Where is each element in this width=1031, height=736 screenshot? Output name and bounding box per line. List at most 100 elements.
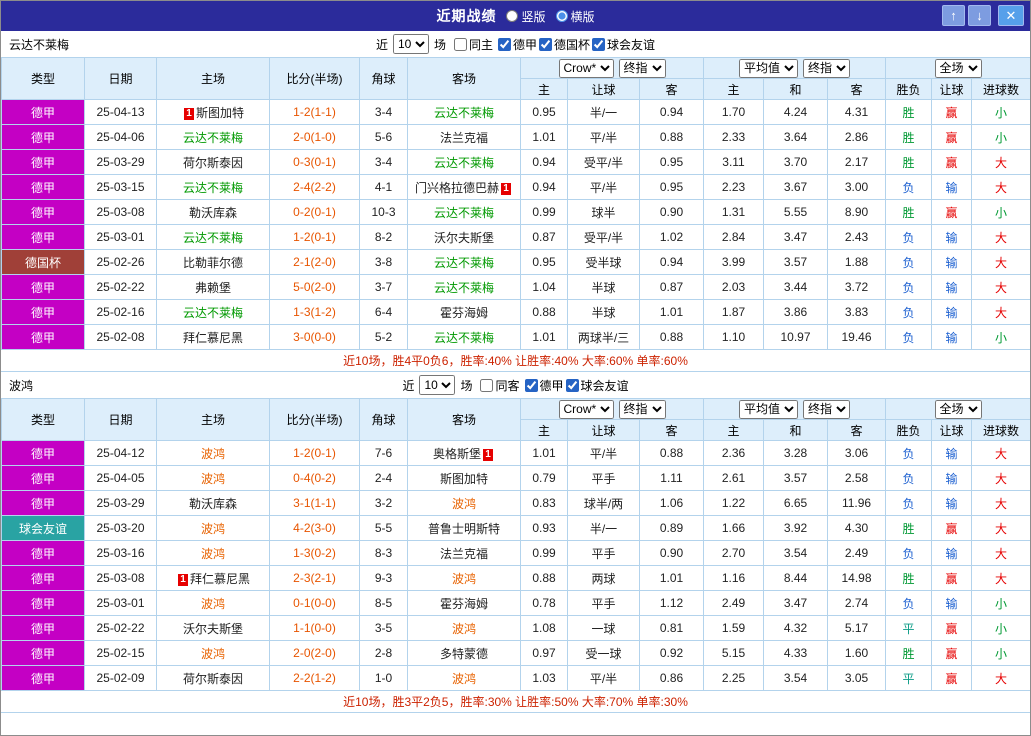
avg-away: 5.17 bbox=[826, 615, 887, 641]
result-wdl: 平 bbox=[885, 615, 933, 641]
sub-col-goals: 进球数 bbox=[971, 419, 1030, 441]
home-team: 弗赖堡 bbox=[156, 274, 270, 300]
corner-score: 1-0 bbox=[359, 665, 408, 691]
layout-horizontal-option[interactable]: 横版 bbox=[555, 8, 595, 25]
home-team: 沃尔夫斯堡 bbox=[156, 615, 270, 641]
match-row: 德甲 25-03-16 波鸿 1-3(0-2) 8-3 法兰克福 0.99 平手 0.90 2.7… bbox=[1, 540, 1030, 566]
team-section-bochum: 波鸿 近 10 场 同客 德甲 球会友谊 类型 日期 主场 比分(半场) 角球 … bbox=[1, 372, 1030, 713]
team-name: 云达不莱梅 bbox=[182, 230, 243, 245]
corner-score: 5-6 bbox=[359, 124, 408, 150]
odds-away: 1.06 bbox=[639, 490, 704, 516]
odds-home: 0.88 bbox=[520, 299, 568, 325]
result-goals: 大 bbox=[971, 299, 1030, 325]
home-team: 比勒菲尔德 bbox=[156, 249, 270, 275]
corner-score: 9-3 bbox=[359, 565, 408, 591]
fulltime-select[interactable]: 全场 bbox=[934, 58, 982, 78]
col-type: 类型 bbox=[1, 398, 85, 441]
avg-home: 2.49 bbox=[703, 590, 764, 616]
fulltime-select[interactable]: 全场 bbox=[934, 399, 982, 419]
result-handicap: 赢 bbox=[931, 615, 973, 641]
match-row: 德甲 25-03-08 1 拜仁慕尼黑 2-3(2-1) 9-3 波鸿 0.88 两球 1.01 1… bbox=[1, 565, 1030, 591]
same-venue-filter[interactable]: 同客 bbox=[480, 377, 520, 394]
corner-score: 3-4 bbox=[359, 99, 408, 125]
avg-home: 1.70 bbox=[703, 99, 764, 125]
average-select[interactable]: 平均值 bbox=[739, 58, 798, 78]
away-team: 波鸿 bbox=[407, 665, 521, 691]
odds-handicap: 两球 bbox=[567, 565, 640, 591]
bookmaker-select[interactable]: Crow* bbox=[558, 399, 614, 419]
odds-handicap: 平手 bbox=[567, 465, 640, 491]
match-row: 德甲 25-03-29 荷尔斯泰因 0-3(0-1) 3-4 云达不莱梅 0.94 受平/半 0… bbox=[1, 149, 1030, 175]
match-date: 25-03-20 bbox=[84, 515, 157, 541]
recent-count-select[interactable]: 10 bbox=[392, 34, 429, 54]
home-team: 云达不莱梅 bbox=[156, 299, 270, 325]
team-name: 云达不莱梅 bbox=[433, 280, 494, 295]
league-checkbox[interactable] bbox=[498, 37, 511, 51]
same-venue-label: 同客 bbox=[495, 378, 520, 393]
same-venue-checkbox[interactable] bbox=[480, 378, 494, 392]
sub-col-home-odds: 主 bbox=[520, 419, 568, 441]
match-date: 25-03-08 bbox=[84, 199, 157, 225]
league-checkbox[interactable] bbox=[524, 378, 538, 392]
move-up-button[interactable]: ↑ bbox=[942, 5, 965, 26]
match-row: 德甲 25-02-16 云达不莱梅 1-3(1-2) 6-4 霍芬海姆 0.88 半球 1.01… bbox=[1, 299, 1030, 325]
odds-stage-select[interactable]: 终指 bbox=[618, 399, 666, 419]
horizontal-radio[interactable] bbox=[555, 10, 568, 22]
average-stage-select[interactable]: 终指 bbox=[803, 399, 850, 419]
match-score: 2-4(2-2) bbox=[269, 174, 360, 200]
league-filter[interactable]: 球会友谊 bbox=[565, 377, 629, 394]
avg-home: 1.31 bbox=[703, 199, 764, 225]
avg-home: 5.15 bbox=[703, 640, 764, 666]
average-group-header: 平均值 终指 bbox=[702, 398, 887, 420]
away-team: 波鸿 bbox=[407, 565, 521, 591]
team-name: 云达不莱梅 bbox=[182, 130, 243, 145]
team-name: 波鸿 bbox=[200, 446, 225, 461]
team-name: 波鸿 bbox=[200, 521, 225, 536]
recent-count-select[interactable]: 10 bbox=[419, 375, 456, 395]
league-checkbox[interactable] bbox=[539, 37, 553, 51]
league-filter[interactable]: 德国杯 bbox=[539, 36, 590, 53]
match-row: 德甲 25-04-12 波鸿 1-2(0-1) 7-6 奥格斯堡 1 1.01 平/半 0.88 2… bbox=[1, 440, 1030, 466]
league-filter[interactable]: 德甲 bbox=[524, 377, 564, 394]
league-checkbox[interactable] bbox=[565, 378, 579, 392]
odds-home: 0.99 bbox=[520, 199, 568, 225]
team-name: 波鸿 bbox=[451, 671, 476, 686]
match-date: 25-04-05 bbox=[84, 465, 157, 491]
same-venue-filter[interactable]: 同主 bbox=[453, 36, 493, 53]
odds-away: 0.88 bbox=[639, 124, 704, 150]
league-checkbox[interactable] bbox=[592, 37, 606, 51]
odds-handicap: 半球 bbox=[567, 274, 640, 300]
team-name: 勒沃库森 bbox=[188, 496, 237, 511]
home-team: 云达不莱梅 bbox=[156, 174, 270, 200]
team-name: 勒沃库森 bbox=[188, 205, 237, 220]
odds-handicap: 平/半 bbox=[567, 665, 640, 691]
close-button[interactable]: ✕ bbox=[998, 5, 1024, 26]
league-type: 球会友谊 bbox=[1, 515, 85, 541]
away-team: 斯图加特 bbox=[407, 465, 521, 491]
average-stage-select[interactable]: 终指 bbox=[803, 58, 850, 78]
avg-home: 2.36 bbox=[703, 440, 764, 466]
team-name: 斯图加特 bbox=[439, 471, 488, 486]
home-team: 云达不莱梅 bbox=[156, 224, 270, 250]
match-date: 25-03-15 bbox=[84, 174, 157, 200]
move-down-button[interactable]: ↓ bbox=[968, 5, 991, 26]
sub-col-away-odds: 客 bbox=[639, 78, 704, 100]
odds-away: 0.94 bbox=[639, 99, 704, 125]
league-filter[interactable]: 德甲 bbox=[498, 36, 537, 53]
average-select[interactable]: 平均值 bbox=[739, 399, 798, 419]
league-type: 德甲 bbox=[1, 665, 85, 691]
corner-score: 7-6 bbox=[359, 440, 408, 466]
same-venue-checkbox[interactable] bbox=[453, 37, 467, 51]
odds-stage-select[interactable]: 终指 bbox=[618, 58, 666, 78]
league-filter[interactable]: 球会友谊 bbox=[592, 36, 655, 53]
odds-handicap: 受平/半 bbox=[567, 149, 640, 175]
layout-vertical-option[interactable]: 竖版 bbox=[506, 8, 546, 25]
vertical-radio[interactable] bbox=[506, 10, 519, 22]
match-row: 德甲 25-04-05 波鸿 0-4(0-2) 2-4 斯图加特 0.79 平手 1.11 2.6… bbox=[1, 465, 1030, 491]
col-type: 类型 bbox=[1, 57, 85, 100]
near-label: 近 bbox=[375, 37, 388, 52]
team-name: 荷尔斯泰因 bbox=[182, 671, 243, 686]
league-label: 德甲 bbox=[539, 378, 564, 393]
avg-draw: 4.33 bbox=[763, 640, 828, 666]
bookmaker-select[interactable]: Crow* bbox=[558, 58, 614, 78]
